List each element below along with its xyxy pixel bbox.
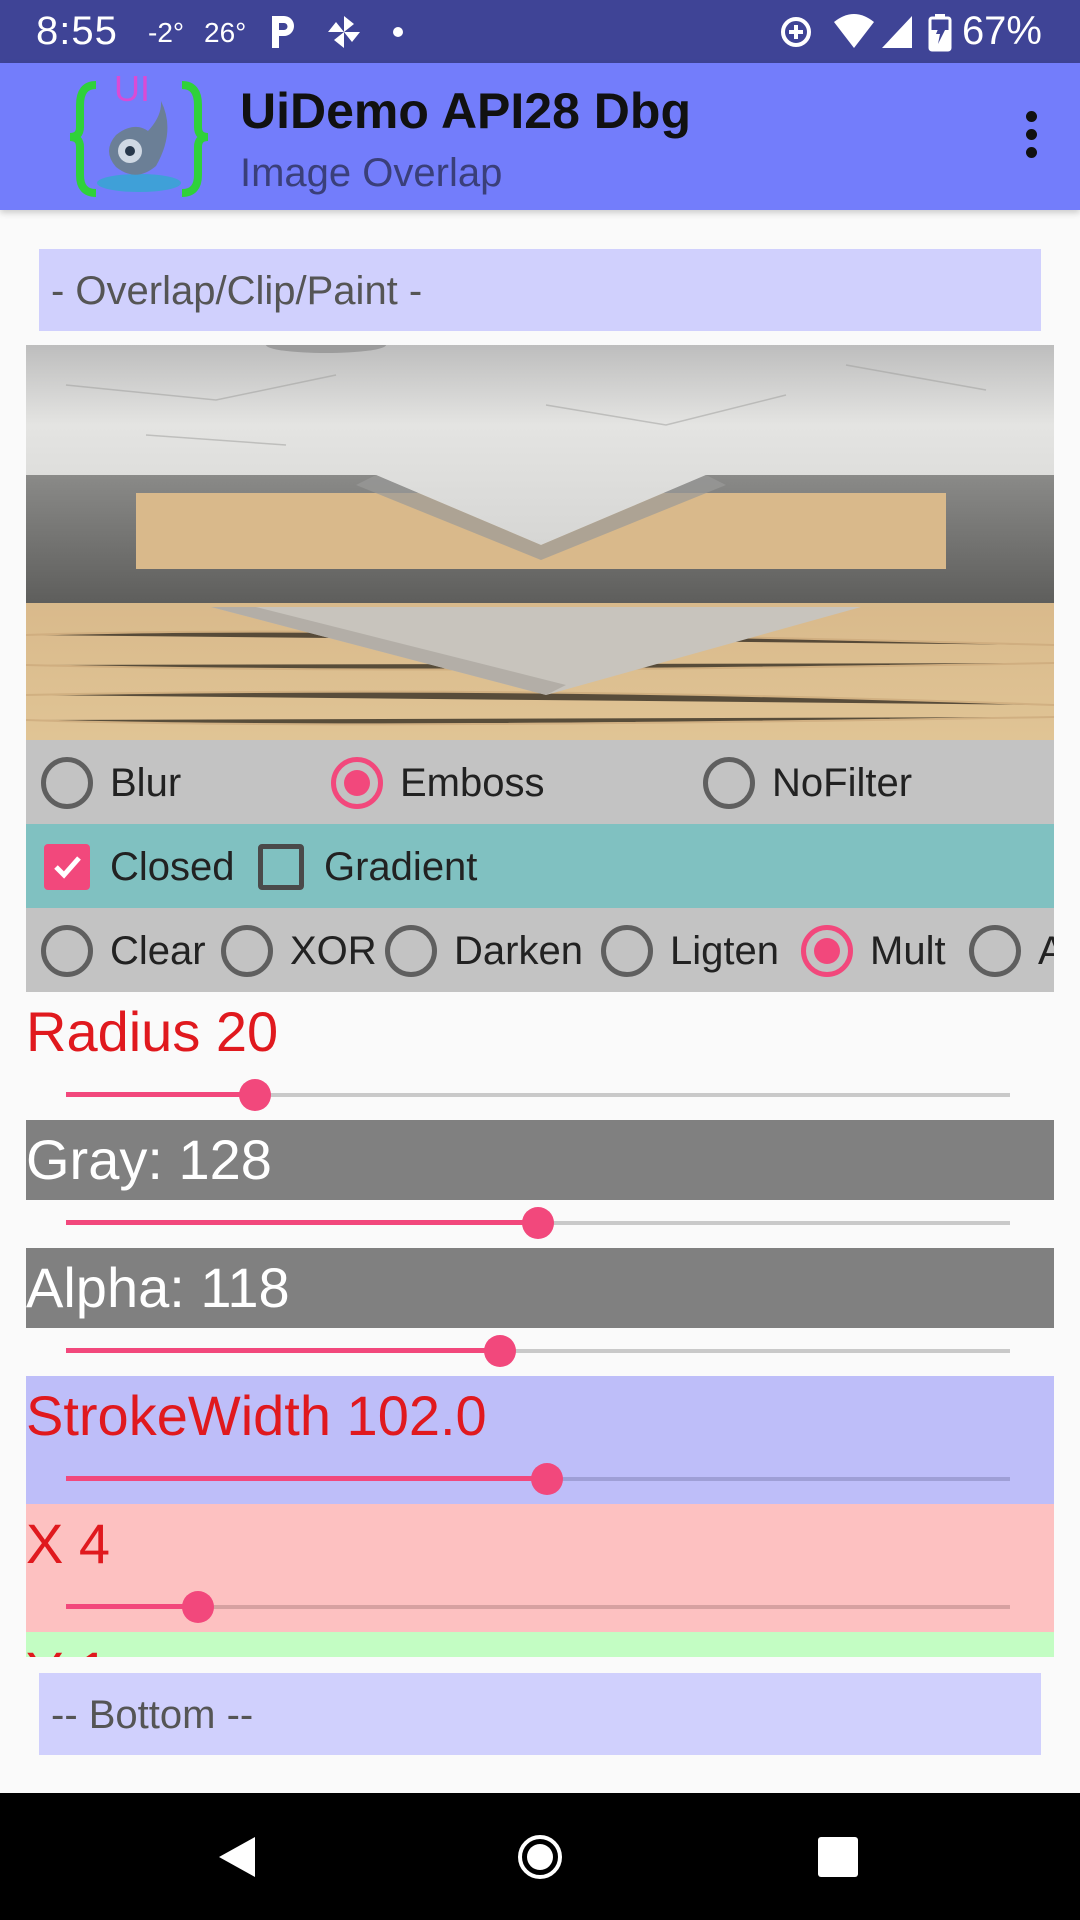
x-slider[interactable]	[66, 1587, 1010, 1627]
overlap-image-canvas	[26, 345, 1054, 740]
radio-clear[interactable]: Clear	[41, 925, 206, 977]
alpha-slider-fill	[66, 1348, 501, 1353]
pinwheel-icon	[328, 16, 360, 48]
radio-xor-label: XOR	[290, 928, 377, 973]
radio-emboss-label: Emboss	[400, 760, 545, 805]
x-label: X 4	[26, 1512, 111, 1575]
radius-slider-fill	[66, 1092, 255, 1097]
stroke-width-control: StrokeWidth 102.0	[26, 1376, 1054, 1504]
gray-control: Gray: 128	[26, 1120, 1054, 1248]
navigation-bar	[0, 1793, 1080, 1920]
radio-nofilter-label: NoFilter	[772, 760, 913, 805]
scroll-content[interactable]: Blur Emboss NoFilter Closed Gradient Cle…	[26, 345, 1054, 1657]
x-slider-thumb[interactable]	[182, 1591, 215, 1623]
radio-ligten[interactable]: Ligten	[601, 925, 779, 977]
gray-slider[interactable]	[66, 1203, 1010, 1243]
gray-slider-thumb[interactable]	[522, 1207, 554, 1239]
y-control: Y 1	[26, 1632, 1054, 1657]
radio-a-label: A	[1038, 928, 1054, 973]
checkbox-gradient[interactable]: Gradient	[258, 841, 477, 893]
radio-darken[interactable]: Darken	[385, 925, 583, 977]
stroke-width-slider[interactable]	[66, 1459, 1010, 1499]
more-options-icon[interactable]	[1012, 105, 1052, 165]
radio-clear-label: Clear	[110, 928, 206, 973]
check-icon	[54, 856, 81, 879]
app-bar: UI UiDemo API28 Dbg Image Overlap	[0, 63, 1080, 210]
radio-a[interactable]: A	[969, 925, 1054, 977]
data-saver-icon	[781, 17, 811, 47]
radio-a-circle	[969, 925, 1021, 977]
alpha-label: Alpha: 118	[26, 1248, 1054, 1328]
y-label: Y 1	[26, 1632, 1054, 1657]
radio-darken-label: Darken	[454, 928, 583, 973]
logo-text: UI	[114, 71, 150, 109]
checkbox-closed-box	[44, 844, 90, 890]
status-time: 8:55	[36, 9, 118, 53]
radio-nofilter[interactable]: NoFilter	[703, 757, 912, 809]
app-logo: UI	[69, 71, 209, 197]
alpha-slider[interactable]	[66, 1331, 1010, 1371]
checkbox-closed[interactable]: Closed	[44, 841, 235, 893]
radio-xor-circle	[221, 925, 273, 977]
path-options-row: Closed Gradient	[26, 824, 1054, 908]
checkbox-closed-label: Closed	[110, 844, 235, 889]
checkbox-gradient-box	[258, 844, 304, 890]
radio-mult[interactable]: Mult	[801, 925, 946, 977]
radio-blur-circle	[41, 757, 93, 809]
wifi-icon	[834, 14, 874, 48]
radio-blur-label: Blur	[110, 760, 182, 805]
gray-label: Gray: 128	[26, 1120, 1054, 1200]
temp-low: -2°	[148, 17, 185, 48]
stroke-width-slider-thumb[interactable]	[531, 1463, 564, 1495]
radio-darken-circle	[385, 925, 437, 977]
radio-mult-circle	[801, 925, 853, 977]
radio-clear-circle	[41, 925, 93, 977]
checkbox-gradient-label: Gradient	[324, 844, 478, 889]
status-bar: 8:55 -2° 26° 67%	[0, 0, 1080, 63]
home-icon[interactable]	[516, 1833, 564, 1881]
radio-emboss[interactable]: Emboss	[331, 757, 545, 809]
recents-icon[interactable]	[818, 1837, 858, 1877]
app-title: UiDemo API28 Dbg	[240, 83, 692, 139]
radio-blur[interactable]: Blur	[41, 757, 181, 809]
dot-icon	[393, 27, 403, 37]
header-label: - Overlap/Clip/Paint -	[39, 249, 1041, 331]
gray-slider-fill	[66, 1220, 538, 1225]
radio-mult-label: Mult	[870, 928, 946, 973]
alpha-slider-thumb[interactable]	[484, 1335, 517, 1367]
back-icon[interactable]	[215, 1835, 259, 1879]
battery-icon	[928, 14, 952, 52]
radius-slider[interactable]	[66, 1075, 1010, 1115]
radio-emboss-circle	[331, 757, 383, 809]
radio-xor[interactable]: XOR	[221, 925, 377, 977]
footer-label: -- Bottom --	[39, 1673, 1041, 1755]
blend-mode-radio-group: Clear XOR Darken Ligten Mult A	[26, 908, 1054, 992]
radius-slider-thumb[interactable]	[238, 1079, 271, 1111]
parking-icon	[272, 16, 294, 48]
app-subtitle: Image Overlap	[240, 151, 503, 195]
x-control: X 4	[26, 1504, 1054, 1632]
stroke-width-label: StrokeWidth 102.0	[26, 1384, 487, 1447]
filter-radio-group: Blur Emboss NoFilter	[26, 740, 1054, 824]
alpha-control: Alpha: 118	[26, 1248, 1054, 1376]
radius-control: Radius 20	[26, 992, 1054, 1120]
x-slider-fill	[66, 1604, 199, 1609]
temp-high: 26°	[204, 17, 247, 48]
radio-ligten-circle	[601, 925, 653, 977]
battery-percent: 67%	[961, 9, 1042, 53]
radio-ligten-label: Ligten	[670, 928, 779, 973]
signal-icon	[882, 16, 912, 48]
radio-nofilter-circle	[703, 757, 755, 809]
stroke-width-slider-fill	[66, 1476, 548, 1481]
radius-label: Radius 20	[26, 1000, 279, 1063]
